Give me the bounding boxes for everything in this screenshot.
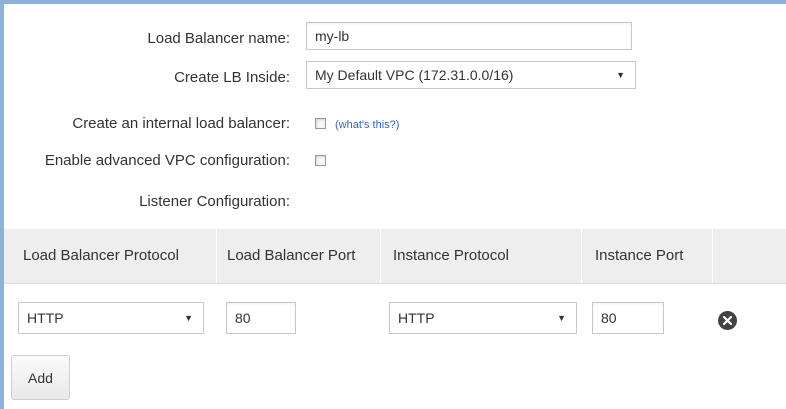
chevron-down-icon: ▼ — [557, 313, 566, 323]
add-listener-button[interactable]: Add — [11, 355, 70, 400]
advanced-vpc-label: Enable advanced VPC configuration: — [44, 152, 290, 169]
lb-port-input[interactable] — [226, 302, 296, 334]
lb-name-label: Load Balancer name: — [147, 30, 290, 47]
listener-config-label: Listener Configuration: — [139, 193, 290, 210]
col-lb-protocol: Load Balancer Protocol — [23, 247, 179, 264]
whats-this-link[interactable]: (what's this?) — [335, 119, 399, 131]
vpc-select[interactable]: My Default VPC (172.31.0.0/16) ▼ — [306, 61, 636, 89]
internal-lb-label: Create an internal load balancer: — [72, 115, 290, 132]
window-frame-top — [0, 0, 786, 4]
col-divider — [712, 229, 713, 283]
internal-lb-checkbox[interactable] — [315, 118, 326, 129]
chevron-down-icon: ▼ — [184, 313, 193, 323]
col-divider — [380, 229, 381, 283]
col-divider — [581, 229, 582, 283]
remove-circle-icon[interactable] — [718, 311, 737, 330]
vpc-select-value: My Default VPC (172.31.0.0/16) — [315, 67, 514, 83]
create-inside-label: Create LB Inside: — [174, 69, 290, 86]
window-frame-left — [0, 0, 4, 409]
listener-table-header: Load Balancer Protocol Load Balancer Por… — [4, 229, 786, 284]
advanced-vpc-checkbox[interactable] — [315, 155, 326, 166]
lb-protocol-select[interactable]: HTTP ▼ — [18, 302, 204, 334]
col-lb-port: Load Balancer Port — [227, 247, 356, 264]
lb-name-input[interactable] — [306, 22, 632, 50]
instance-protocol-value: HTTP — [398, 310, 435, 326]
col-divider — [216, 229, 217, 283]
instance-port-input[interactable] — [592, 302, 664, 334]
lb-protocol-value: HTTP — [27, 310, 64, 326]
col-instance-port: Instance Port — [595, 247, 684, 264]
col-instance-protocol: Instance Protocol — [393, 247, 509, 264]
instance-protocol-select[interactable]: HTTP ▼ — [389, 302, 577, 334]
chevron-down-icon: ▼ — [616, 70, 625, 80]
